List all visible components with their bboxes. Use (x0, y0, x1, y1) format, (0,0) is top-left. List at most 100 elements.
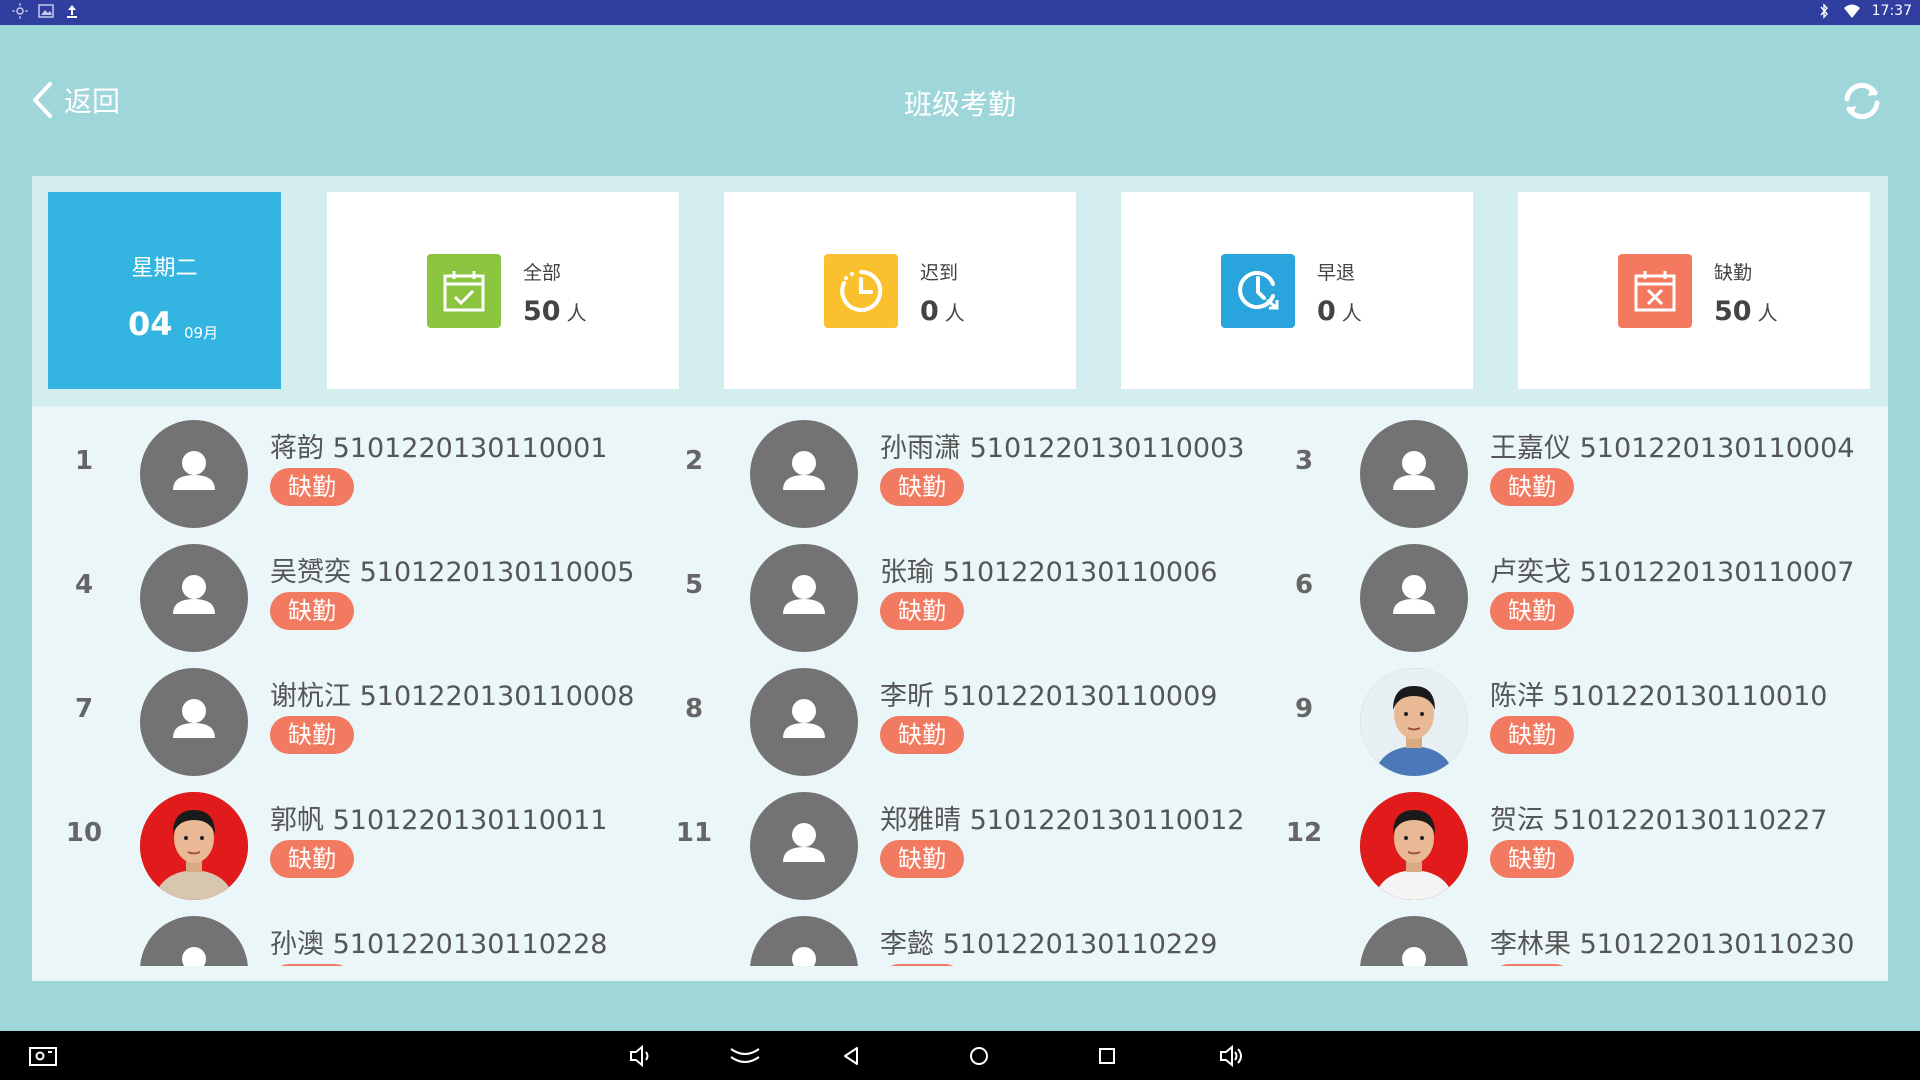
screenshot-icon[interactable] (28, 1041, 58, 1071)
avatar[interactable] (1360, 916, 1468, 966)
stat-card-early-leave[interactable]: 早退 0人 (1121, 192, 1473, 389)
student-name: 陈洋 (1490, 681, 1544, 712)
person-placeholder-icon (182, 947, 206, 966)
student-number: 4 (74, 570, 94, 600)
student-id: 5101220130110001 (332, 433, 608, 464)
avatar[interactable] (140, 544, 248, 652)
student-number: 6 (1294, 570, 1314, 600)
student-number: 5 (684, 570, 704, 600)
stat-card-late[interactable]: 迟到 0人 (724, 192, 1076, 389)
student-item[interactable]: 4 吴赟奕 5101220130110005 缺勤 (48, 530, 658, 654)
stat-card-all[interactable]: 全部 50 人 (327, 192, 679, 389)
student-item[interactable]: 孙澳 5101220130110228 缺勤 (48, 902, 658, 966)
person-placeholder-icon (783, 575, 825, 614)
avatar[interactable] (140, 420, 248, 528)
recents-nav-icon[interactable] (1092, 1041, 1122, 1071)
student-item[interactable]: 1 蒋韵 5101220130110001 缺勤 (48, 406, 658, 530)
student-info: 吴赟奕 5101220130110005 (270, 550, 634, 589)
student-item[interactable]: 12 贺沄 5101220130110227 缺勤 (1268, 778, 1878, 902)
student-name: 郭帆 (270, 805, 324, 836)
status-badge: 缺勤 (270, 840, 354, 878)
status-badge: 缺勤 (1490, 840, 1574, 878)
avatar[interactable] (1360, 420, 1468, 528)
avatar[interactable] (1360, 792, 1468, 900)
home-nav-icon[interactable] (964, 1041, 994, 1071)
student-name: 蒋韵 (270, 433, 324, 464)
student-list-scroll[interactable]: 1 蒋韵 5101220130110001 缺勤 2 孙雨潇 5101220130110… (32, 406, 1888, 966)
student-number: 11 (675, 818, 713, 848)
student-id: 5101220130110004 (1579, 433, 1855, 464)
student-item[interactable]: 6 卢奕戈 5101220130110007 缺勤 (1268, 530, 1878, 654)
person-placeholder-icon (173, 699, 215, 738)
student-item[interactable]: 9 陈洋 5101220130110010 缺勤 (1268, 654, 1878, 778)
student-number: 10 (65, 818, 103, 848)
status-badge: 缺勤 (270, 964, 354, 966)
volume-up-icon[interactable] (1217, 1041, 1247, 1071)
status-badge: 缺勤 (1490, 964, 1574, 966)
avatar[interactable] (1360, 668, 1468, 776)
status-badge: 缺勤 (1490, 468, 1574, 506)
avatar[interactable] (1360, 544, 1468, 652)
person-placeholder-icon (1393, 575, 1435, 614)
student-info: 张瑜 5101220130110006 (880, 550, 1217, 589)
student-item[interactable]: 李懿 5101220130110229 缺勤 (658, 902, 1268, 966)
student-item[interactable]: 11 郑雅晴 5101220130110012 缺勤 (658, 778, 1268, 902)
person-placeholder-icon (173, 451, 215, 490)
person-placeholder-icon (783, 451, 825, 490)
month-label: 09月 (184, 324, 219, 342)
student-info: 贺沄 5101220130110227 (1490, 798, 1827, 837)
refresh-icon[interactable] (1838, 77, 1886, 125)
stat-label: 迟到 (920, 262, 959, 284)
status-bar: 17:37 (0, 0, 1920, 25)
student-photo (1360, 668, 1468, 776)
student-info: 孙澳 5101220130110228 (270, 922, 607, 961)
status-badge: 缺勤 (880, 840, 964, 878)
student-id: 5101220130110230 (1579, 929, 1855, 960)
person-placeholder-icon (1402, 947, 1426, 966)
image-icon (38, 4, 54, 18)
student-name: 贺沄 (1490, 805, 1544, 836)
clock-icon (824, 254, 898, 328)
stat-label: 早退 (1317, 262, 1356, 284)
student-info: 谢杭江 5101220130110008 (270, 674, 634, 713)
student-name: 孙澳 (270, 929, 324, 960)
stat-card-absent[interactable]: 缺勤 50 人 (1518, 192, 1870, 389)
avatar[interactable] (140, 668, 248, 776)
student-list[interactable]: 1 蒋韵 5101220130110001 缺勤 2 孙雨潇 5101220130110… (32, 406, 1888, 981)
student-item[interactable]: 李林果 5101220130110230 缺勤 (1268, 902, 1878, 966)
clock-leave-icon (1221, 254, 1295, 328)
student-name: 郑雅晴 (880, 805, 961, 836)
student-item[interactable]: 5 张瑜 5101220130110006 缺勤 (658, 530, 1268, 654)
avatar[interactable] (750, 668, 858, 776)
student-item[interactable]: 8 李昕 5101220130110009 缺勤 (658, 654, 1268, 778)
student-id: 5101220130110010 (1552, 681, 1828, 712)
weekday-label: 星期二 (131, 256, 198, 281)
avatar[interactable] (750, 544, 858, 652)
person-placeholder-icon (1393, 451, 1435, 490)
avatar[interactable] (140, 792, 248, 900)
avatar[interactable] (750, 420, 858, 528)
student-id: 5101220130110228 (332, 929, 608, 960)
student-photo (140, 792, 248, 900)
avatar[interactable] (750, 792, 858, 900)
upload-icon (67, 5, 77, 18)
person-placeholder-icon (173, 575, 215, 614)
student-id: 5101220130110229 (942, 929, 1218, 960)
back-nav-icon[interactable] (836, 1041, 866, 1071)
status-badge: 缺勤 (880, 468, 964, 506)
page-title: 班级考勤 (903, 88, 1016, 121)
hide-nav-icon[interactable] (730, 1041, 760, 1071)
avatar[interactable] (750, 916, 858, 966)
status-badge: 缺勤 (880, 964, 964, 966)
student-item[interactable]: 2 孙雨潇 5101220130110003 缺勤 (658, 406, 1268, 530)
student-item[interactable]: 3 王嘉仪 5101220130110004 缺勤 (1268, 406, 1878, 530)
volume-down-icon[interactable] (626, 1041, 656, 1071)
status-badge: 缺勤 (880, 716, 964, 754)
brightness-icon (12, 3, 28, 19)
stat-value: 50 人 (1714, 296, 1778, 327)
student-item[interactable]: 10 郭帆 5101220130110011 缺勤 (48, 778, 658, 902)
student-info: 卢奕戈 5101220130110007 (1490, 550, 1854, 589)
status-badge: 缺勤 (1490, 716, 1574, 754)
avatar[interactable] (140, 916, 248, 966)
student-item[interactable]: 7 谢杭江 5101220130110008 缺勤 (48, 654, 658, 778)
